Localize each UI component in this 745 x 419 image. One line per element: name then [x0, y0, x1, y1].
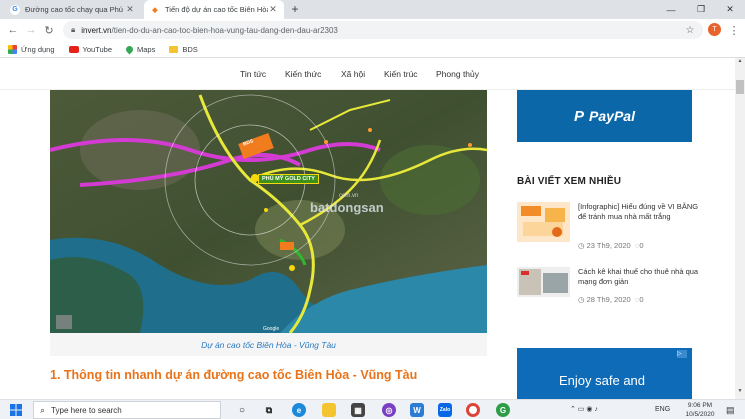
browser-toolbar: ← → ↻ 🔒︎ invert.vn/tien-do-du-an-cao-toc… — [0, 19, 745, 41]
post-title[interactable]: Cách kê khai thuế cho thuê nhà qua mạng … — [578, 267, 703, 287]
url-path: /tien-do-du-an-cao-toc-bien-hoa-vung-tau… — [111, 25, 338, 35]
ad-text: Enjoy safe and — [559, 373, 646, 388]
map-watermark-top: com.vn — [339, 193, 359, 199]
page-scrollbar[interactable]: ▲ ▼ — [735, 58, 745, 399]
article-heading: 1. Thông tin nhanh dự án đường cao tốc B… — [50, 368, 418, 382]
google-icon: G — [10, 4, 20, 15]
clock-icon: ◷ — [578, 295, 585, 304]
map-watermark: batdongsan — [310, 200, 384, 215]
bookmarks-bar: Ứng dụng YouTube Maps BDS — [0, 41, 745, 58]
post-date: 23 Th9, 2020 — [586, 241, 631, 250]
clock-icon: ◷ — [578, 241, 585, 250]
task-view-icon[interactable]: ⧉ — [262, 403, 276, 417]
post-thumbnail[interactable] — [517, 202, 570, 242]
search-placeholder: Type here to search — [51, 405, 122, 415]
close-tab-icon[interactable]: ✕ — [125, 4, 135, 15]
paypal-text: PayPal — [589, 108, 635, 124]
page-content: BDS PHÚ MỸ GOLD CITY com.vn batdongsan G… — [0, 90, 735, 399]
ad-banner[interactable]: ▷ Enjoy safe and — [517, 348, 692, 399]
comment-count: 0 — [639, 241, 644, 250]
windows-start-icon[interactable] — [10, 404, 22, 416]
menu-kebab-icon[interactable]: ⋮ — [726, 22, 742, 38]
bookmark-label: Ứng dụng — [21, 44, 55, 54]
close-tab-icon[interactable]: ✕ — [268, 4, 278, 15]
post-meta: ◷ 23 Th9, 2020 ◌0 — [578, 241, 644, 250]
windows-taskbar: ⌕ Type here to search ○ ⧉ e ▦ ◎ W Zalo G… — [0, 399, 745, 419]
ad-choices-icon[interactable]: ▷ — [677, 350, 687, 358]
google-attribution: Google — [263, 326, 280, 332]
satellite-map — [50, 90, 487, 333]
apps-grid-icon — [8, 44, 17, 54]
bookmark-apps[interactable]: Ứng dụng — [8, 44, 55, 54]
forward-arrow-icon[interactable]: → — [23, 22, 39, 38]
scroll-up-icon[interactable]: ▲ — [736, 58, 744, 68]
nav-xa-hoi[interactable]: Xã hội — [341, 69, 365, 79]
bookmark-maps[interactable]: Maps — [124, 44, 156, 54]
bookmark-label: YouTube — [82, 44, 112, 54]
clock-time: 9:06 PM — [687, 402, 713, 409]
site-navigation: Tin tức Kiến thức Xã hội Kiến trúc Phong… — [0, 58, 735, 90]
word-icon[interactable]: W — [410, 403, 424, 417]
image-caption: Dự án cao tốc Biên Hòa - Vũng Tàu — [50, 333, 487, 356]
address-bar[interactable]: 🔒︎ invert.vn/tien-do-du-an-cao-toc-bien-… — [63, 21, 703, 39]
post-title[interactable]: [Infographic] Hiểu đúng về VI BẰNG để tr… — [578, 202, 703, 222]
nav-phong-thuy[interactable]: Phong thủy — [436, 69, 479, 79]
tab-title: Đường cao tốc chạy qua Phú Mỹ — [25, 5, 125, 14]
bookmark-bds[interactable]: BDS — [169, 44, 198, 54]
profile-avatar[interactable]: T — [708, 23, 721, 36]
map-project-label: PHÚ MỸ GOLD CITY — [258, 174, 319, 184]
bookmark-label: BDS — [182, 44, 198, 54]
paypal-banner[interactable]: P PayPal — [517, 90, 692, 142]
comment-count: 0 — [639, 295, 644, 304]
lock-icon: 🔒︎ — [71, 25, 76, 34]
minimize-button[interactable]: — — [656, 0, 686, 19]
paypal-logo-icon: P — [574, 107, 585, 125]
clock[interactable]: 9:06 PM 10/5/2020 — [680, 401, 720, 419]
restore-button[interactable]: ❐ — [686, 0, 716, 19]
url-domain: invert.vn — [81, 25, 112, 35]
list-item[interactable]: [Infographic] Hiểu đúng về VI BẰNG để tr… — [517, 202, 707, 252]
scroll-thumb[interactable] — [736, 80, 744, 94]
tab-inactive[interactable]: G Đường cao tốc chạy qua Phú Mỹ ✕ — [4, 0, 141, 19]
maps-pin-icon — [124, 44, 135, 54]
back-arrow-icon[interactable]: ← — [5, 22, 21, 38]
clock-date: 10/5/2020 — [685, 411, 715, 418]
post-date: 28 Th9, 2020 — [586, 295, 631, 304]
bookmark-star-icon[interactable]: ☆ — [682, 22, 698, 38]
app-green-icon[interactable]: G — [496, 403, 510, 417]
nav-kien-truc[interactable]: Kiến trúc — [384, 69, 418, 79]
bookmark-label: Maps — [137, 44, 156, 54]
notification-icon[interactable]: ▤ — [726, 405, 735, 416]
post-meta: ◷ 28 Th9, 2020 ◌0 — [578, 295, 644, 304]
edge-icon[interactable]: e — [292, 403, 306, 417]
post-thumbnail[interactable] — [517, 267, 570, 297]
youtube-icon — [68, 45, 79, 53]
most-viewed-title: BÀI VIẾT XEM NHIỀU — [517, 176, 622, 187]
search-icon: ⌕ — [40, 404, 46, 415]
tab-active[interactable]: ◆ Tiến độ dự án cao tốc Biên Hòa V ✕ — [144, 0, 284, 19]
taskbar-search-input[interactable]: ⌕ Type here to search — [33, 401, 221, 419]
scroll-down-icon[interactable]: ▼ — [736, 388, 744, 398]
file-explorer-icon[interactable] — [322, 403, 336, 417]
system-tray-icons[interactable]: ⌃ ▭ ◉ ♪ — [570, 405, 598, 413]
language-indicator[interactable]: ENG — [655, 406, 670, 413]
new-tab-button[interactable]: + — [288, 2, 302, 16]
list-item[interactable]: Cách kê khai thuế cho thuê nhà qua mạng … — [517, 267, 707, 317]
invert-logo-icon: ◆ — [152, 6, 158, 14]
folder-icon — [169, 45, 179, 53]
tab-title: Tiến độ dự án cao tốc Biên Hòa V — [165, 5, 268, 14]
nav-tin-tuc[interactable]: Tin tức — [240, 69, 266, 79]
nav-kien-thuc[interactable]: Kiến thức — [285, 69, 321, 79]
browser-tab-strip: G Đường cao tốc chạy qua Phú Mỹ ✕ ◆ Tiến… — [0, 0, 745, 19]
close-window-button[interactable]: ✕ — [715, 0, 745, 19]
reload-icon[interactable]: ↻ — [41, 22, 57, 38]
store-icon[interactable]: ▦ — [351, 403, 365, 417]
app-icon[interactable]: ◎ — [382, 403, 396, 417]
cortana-icon[interactable]: ○ — [235, 403, 249, 417]
zalo-icon[interactable]: Zalo — [438, 403, 452, 417]
chrome-icon[interactable] — [466, 403, 480, 417]
project-map-image[interactable]: BDS PHÚ MỸ GOLD CITY com.vn batdongsan G… — [50, 90, 487, 333]
bookmark-youtube[interactable]: YouTube — [68, 44, 112, 54]
